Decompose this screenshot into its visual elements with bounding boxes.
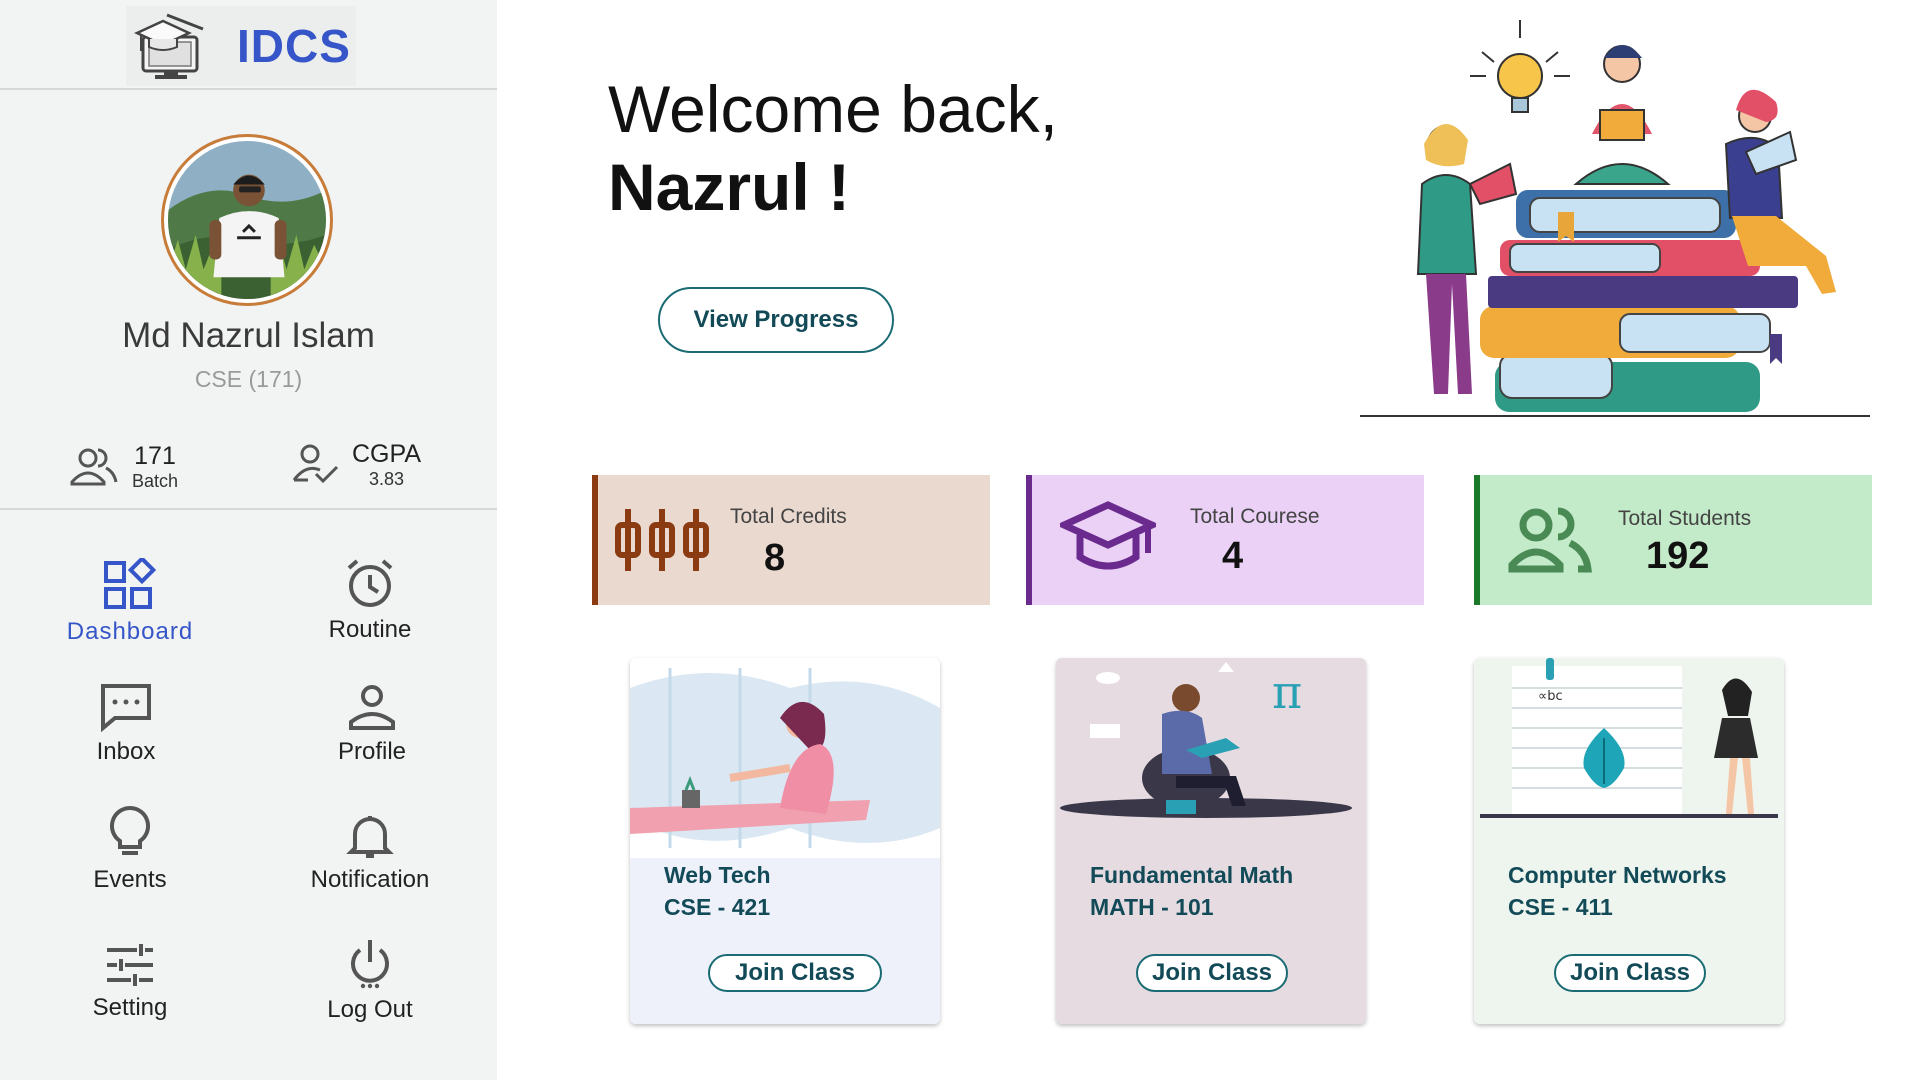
batch-value: 171 bbox=[134, 442, 176, 470]
students-card: Total Students 192 bbox=[1474, 475, 1872, 605]
course-title: Fundamental Math bbox=[1090, 862, 1294, 888]
nav-label-events: Events bbox=[93, 866, 167, 893]
nav-label-logout: Log Out bbox=[327, 996, 413, 1023]
users-icon bbox=[1508, 507, 1592, 573]
credits-icon bbox=[615, 509, 709, 571]
credits-card: Total Credits 8 bbox=[592, 475, 990, 605]
nav-inbox[interactable]: Inbox bbox=[26, 682, 226, 766]
welcome-name: Nazrul ! bbox=[608, 150, 851, 224]
nav-routine[interactable]: Routine bbox=[270, 556, 470, 644]
welcome-heading: Welcome back, Nazrul ! bbox=[608, 70, 1058, 226]
bell-icon bbox=[346, 816, 394, 858]
nav-label-profile: Profile bbox=[337, 738, 407, 765]
welcome-line: Welcome back, bbox=[608, 72, 1058, 146]
graduation-cap-icon bbox=[1060, 501, 1156, 570]
dashboard-icon bbox=[104, 558, 157, 609]
cgpa-stat: CGPA 3.83 bbox=[290, 440, 421, 490]
nav-label-routine: Routine bbox=[328, 616, 412, 643]
alarm-clock-icon bbox=[347, 559, 393, 607]
users-icon bbox=[70, 448, 118, 486]
app-root: IDCS Md Nazrul Islam CSE (171) 171 Batch… bbox=[0, 0, 1920, 1080]
students-card-accent bbox=[1474, 475, 1480, 605]
nav-notification[interactable]: Notification bbox=[270, 812, 470, 894]
courses-card: Total Courese 4 bbox=[1026, 475, 1424, 605]
user-name: Md Nazrul Islam bbox=[122, 316, 375, 355]
students-title: Total Students bbox=[1618, 507, 1752, 530]
nav-label-inbox: Inbox bbox=[96, 738, 156, 765]
credits-card-accent bbox=[592, 475, 598, 605]
course-illustration-networks: ∝bc bbox=[1474, 658, 1784, 858]
cgpa-label: CGPA bbox=[352, 440, 421, 468]
students-value: 192 bbox=[1646, 535, 1710, 577]
svg-text:∝bc: ∝bc bbox=[1538, 689, 1563, 704]
chat-icon bbox=[101, 684, 151, 732]
lightbulb-icon bbox=[109, 805, 151, 855]
view-progress-button[interactable]: View Progress bbox=[658, 287, 894, 353]
credits-value: 8 bbox=[764, 537, 786, 579]
courses-card-accent bbox=[1026, 475, 1032, 605]
sidebar: IDCS Md Nazrul Islam CSE (171) 171 Batch… bbox=[0, 0, 497, 1080]
brand-name: IDCS bbox=[237, 20, 351, 72]
join-class-button[interactable]: Join Class bbox=[708, 954, 882, 992]
join-class-button[interactable]: Join Class bbox=[1554, 954, 1706, 992]
nav-setting[interactable]: Setting bbox=[30, 942, 230, 1022]
courses-value: 4 bbox=[1222, 535, 1244, 577]
computer-graduation-icon bbox=[134, 13, 204, 79]
person-icon bbox=[349, 685, 395, 730]
cgpa-value: 3.83 bbox=[368, 469, 405, 489]
nav-label-setting: Setting bbox=[92, 994, 168, 1021]
avatar-photo bbox=[168, 141, 326, 299]
batch-stat: 171 Batch bbox=[68, 442, 178, 492]
course-code: CSE - 411 bbox=[1508, 894, 1613, 920]
sidebar-divider-mid bbox=[0, 508, 497, 510]
credits-title: Total Credits bbox=[730, 505, 847, 528]
sliders-icon bbox=[107, 944, 153, 986]
course-illustration-math: π bbox=[1056, 658, 1366, 858]
courses-title: Total Courese bbox=[1190, 505, 1320, 528]
nav-label-notification: Notification bbox=[310, 866, 430, 893]
course-code: MATH - 101 bbox=[1090, 894, 1214, 920]
course-title: Web Tech bbox=[664, 862, 771, 888]
avatar[interactable] bbox=[161, 134, 333, 306]
nav-events[interactable]: Events bbox=[30, 804, 230, 894]
sidebar-divider-top bbox=[0, 88, 497, 90]
nav-profile[interactable]: Profile bbox=[272, 684, 472, 766]
nav-dashboard[interactable]: Dashboard bbox=[30, 558, 230, 646]
course-illustration-web-tech bbox=[630, 668, 940, 848]
hero-illustration bbox=[1360, 20, 1870, 417]
user-check-icon bbox=[292, 444, 339, 484]
nav-logout[interactable]: Log Out bbox=[270, 936, 470, 1024]
batch-label: Batch bbox=[132, 471, 179, 491]
join-class-button[interactable]: Join Class bbox=[1136, 954, 1288, 992]
course-title: Computer Networks bbox=[1508, 862, 1727, 888]
power-icon bbox=[351, 940, 389, 989]
course-card-fundamental-math[interactable]: π Fundamental Math MATH - 101 Join Class bbox=[1056, 658, 1366, 1024]
course-card-computer-networks[interactable]: ∝bc Computer Networks CSE - 411 Join Cla… bbox=[1474, 658, 1784, 1024]
svg-text:π: π bbox=[1272, 665, 1302, 719]
user-department: CSE (171) bbox=[194, 366, 303, 392]
brand-logo[interactable]: IDCS bbox=[126, 6, 356, 86]
nav-label-dashboard: Dashboard bbox=[66, 618, 194, 645]
course-card-web-tech[interactable]: Web Tech CSE - 421 Join Class bbox=[630, 658, 940, 1024]
course-code: CSE - 421 bbox=[664, 894, 771, 920]
